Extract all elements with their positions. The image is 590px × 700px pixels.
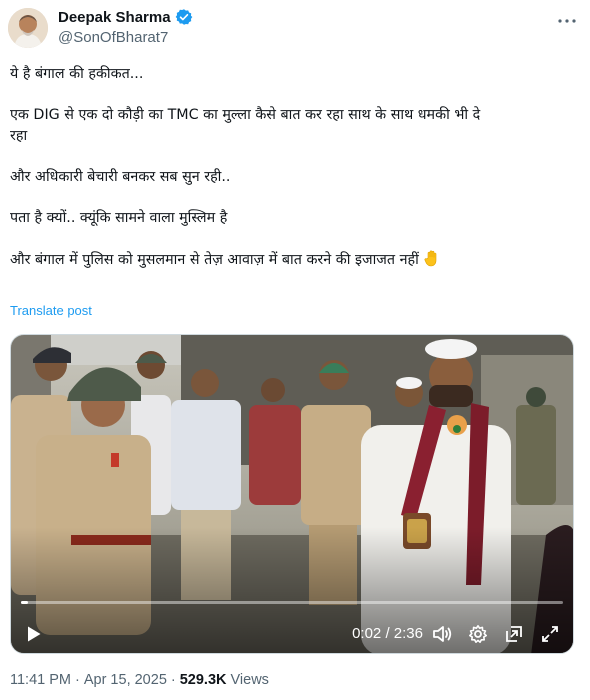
post-meta: 11:41 PM · Apr 15, 2025 · 529.3K Views — [10, 672, 269, 688]
current-time: 0:02 — [352, 625, 382, 642]
meta-separator: · — [170, 672, 176, 688]
post-line-last: और बंगाल में पुलिस को मुसलमान से तेज़ आव… — [10, 249, 582, 271]
views-label: Views — [230, 672, 269, 688]
play-icon[interactable] — [23, 623, 45, 645]
translate-post-link[interactable]: Translate post — [10, 303, 92, 318]
pip-icon[interactable] — [503, 623, 525, 645]
post-line: ये है बंगाल की हकीकत... — [10, 66, 144, 82]
raised-hand-icon — [423, 249, 441, 267]
duration: 2:36 — [393, 625, 423, 642]
views-count: 529.3K — [179, 672, 227, 688]
video-controls: 0:02 / 2:36 — [11, 613, 573, 653]
more-options-icon[interactable] — [556, 10, 578, 32]
post-line: और बंगाल में पुलिस को मुसलमान से तेज़ आव… — [10, 251, 419, 268]
video-player[interactable]: 0:02 / 2:36 — [10, 334, 574, 654]
settings-icon[interactable] — [467, 623, 489, 645]
post-line: पता है क्यों.. क्यूंकि सामने वाला मुस्लि… — [10, 209, 228, 226]
video-time: 0:02 / 2:36 — [352, 625, 423, 642]
avatar[interactable] — [8, 8, 48, 48]
meta-separator: · — [75, 672, 80, 688]
verified-badge-icon — [175, 8, 193, 26]
post-header: Deepak Sharma @SonOfBharat7 — [8, 6, 582, 50]
post-date[interactable]: Apr 15, 2025 — [84, 672, 167, 688]
post-text: ये है बंगाल की हकीकत... एक DIG से एक दो … — [10, 64, 582, 270]
video-progress-bar[interactable] — [21, 601, 563, 604]
video-progress-fill — [21, 601, 29, 604]
fullscreen-icon[interactable] — [539, 623, 561, 645]
author-block: Deepak Sharma @SonOfBharat7 — [58, 7, 193, 46]
volume-icon[interactable] — [431, 623, 453, 645]
author-handle[interactable]: @SonOfBharat7 — [58, 29, 193, 46]
video-frame — [11, 335, 573, 653]
post-time[interactable]: 11:41 PM — [10, 672, 71, 688]
author-name[interactable]: Deepak Sharma — [58, 9, 171, 26]
post-line: और अधिकारी बेचारी बनकर सब सुन रही.. — [10, 168, 231, 185]
post-line: एक DIG से एक दो कौड़ी का TMC का मुल्ला क… — [10, 107, 481, 144]
time-separator: / — [381, 625, 394, 642]
avatar-image — [8, 8, 48, 48]
